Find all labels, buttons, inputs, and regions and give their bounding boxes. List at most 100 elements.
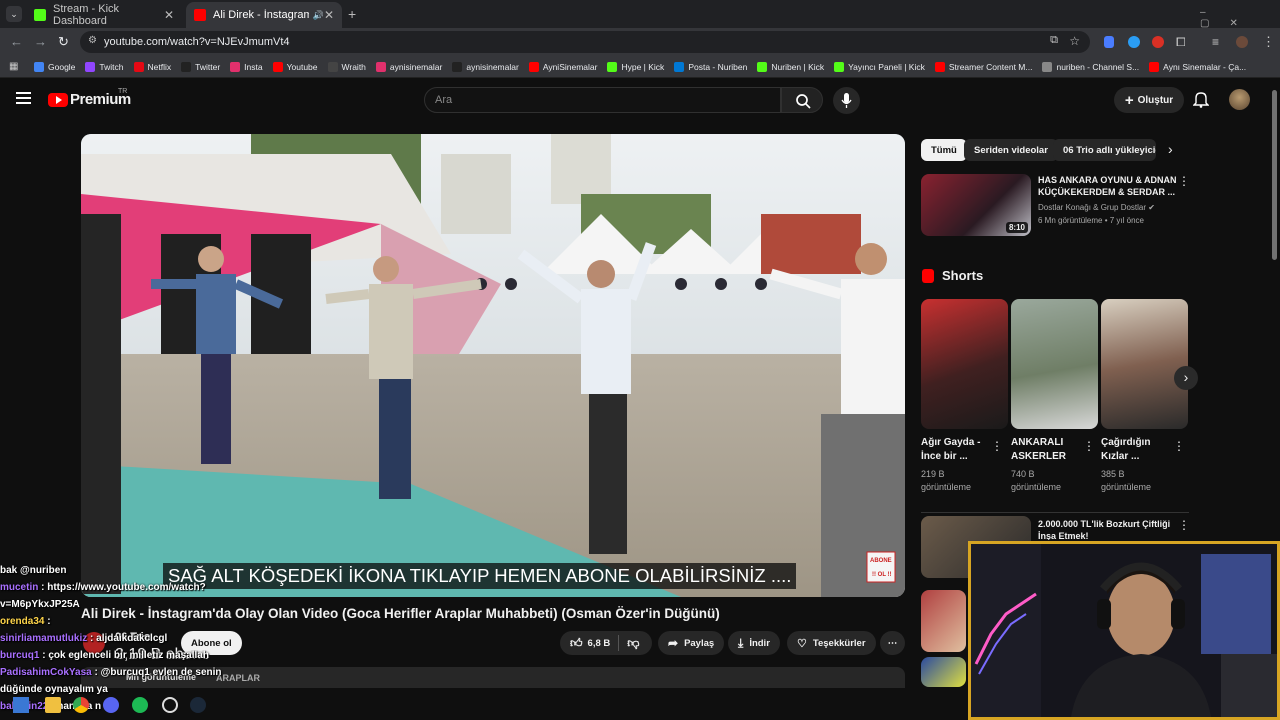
bookmark-item[interactable]: Youtube	[272, 61, 318, 72]
tab-kick-dashboard[interactable]: Stream - Kick Dashboard ✕	[26, 2, 182, 28]
chevron-right-icon[interactable]: ›	[1168, 141, 1173, 157]
voice-search-button[interactable]	[833, 87, 860, 114]
short-thumbnail-3[interactable]	[1101, 299, 1188, 429]
notifications-bell-icon[interactable]	[1192, 91, 1210, 113]
forward-icon[interactable]: →	[34, 34, 47, 49]
chip-uploader[interactable]: 06 Trio adlı yükleyicid	[1053, 139, 1156, 161]
close-icon[interactable]: ✕	[324, 8, 334, 22]
youtube-logo-icon[interactable]	[48, 93, 68, 107]
recommended-channel[interactable]: Dostlar Konağı & Grup Dostlar ✔	[1038, 203, 1155, 212]
apps-grid-icon[interactable]: ▦	[9, 61, 18, 72]
profile-icon[interactable]	[1236, 36, 1248, 48]
extension-red-icon[interactable]	[1152, 36, 1164, 48]
bookmark-item[interactable]: Nuriben | Kick	[757, 61, 824, 72]
tab-youtube-video[interactable]: Ali Direk - İnstagram'da Ol 🔊 ✕	[186, 2, 342, 28]
page-scrollbar[interactable]	[1272, 90, 1277, 260]
extensions-puzzle-icon[interactable]: ⧠	[1176, 35, 1186, 50]
bookmark-item[interactable]: Hype | Kick	[607, 61, 664, 72]
discord-icon[interactable]	[103, 697, 119, 713]
recommended-thumbnail[interactable]	[921, 590, 966, 652]
shorts-next-button[interactable]: ›	[1174, 366, 1198, 390]
site-info-icon[interactable]: ⚙	[88, 35, 97, 46]
bookmark-label: Aynı Sinemalar - Ça...	[1163, 61, 1247, 72]
bookmark-item[interactable]: Twitter	[181, 61, 221, 72]
bookmark-item[interactable]: Twitch	[85, 61, 124, 72]
bookmark-item[interactable]: AyniSinemalar	[528, 61, 597, 72]
video-player[interactable]: ABONE !! OL !!	[81, 134, 905, 597]
like-count: 6,8 B	[587, 637, 611, 649]
tab-search-icon[interactable]: ⌄	[6, 6, 22, 22]
youtube-icon	[194, 9, 206, 21]
webcam-feed	[971, 544, 1277, 717]
download-label: İndir	[749, 637, 770, 649]
media-control-icon[interactable]: ≡	[1212, 35, 1219, 49]
bookmark-item[interactable]: Aynı Sinemalar - Ça...	[1149, 61, 1247, 72]
more-options-icon[interactable]: ⋮	[1173, 439, 1185, 453]
more-options-icon[interactable]: ⋮	[1083, 439, 1095, 453]
bookmark-item[interactable]: Posta - Nuriben	[674, 61, 748, 72]
search-button[interactable]	[781, 87, 823, 113]
chat-text: : çok eglenceli bir milletiz maşallah	[42, 650, 209, 661]
bookmark-item[interactable]: aynisinemalar	[452, 61, 519, 72]
avatar[interactable]	[1229, 89, 1250, 110]
extension-shield-icon[interactable]	[1104, 36, 1114, 48]
more-actions-button[interactable]: ⋯	[880, 631, 905, 655]
short-thumbnail-2[interactable]	[1011, 299, 1098, 429]
bookmark-item[interactable]: Yayıncı Paneli | Kick	[834, 61, 925, 72]
bookmark-label: Twitter	[195, 61, 221, 72]
bookmark-item[interactable]: Google	[34, 61, 75, 72]
short-views-1: 219 Bgörüntüleme	[921, 469, 972, 492]
back-icon[interactable]: ←	[10, 34, 23, 49]
bookmark-label: aynisinemalar	[389, 61, 443, 72]
recommended-thumbnail[interactable]	[921, 657, 966, 687]
bookmark-item[interactable]: aynisinemalar	[375, 61, 443, 72]
chip-series[interactable]: Seriden videolar	[964, 139, 1058, 161]
steam-icon[interactable]	[190, 697, 206, 713]
like-button[interactable]: 👍︎ 6,8 B	[570, 636, 610, 651]
bookmark-label: Wraith	[341, 61, 366, 72]
create-button[interactable]: + Oluştur	[1114, 87, 1184, 113]
extension-globe-icon[interactable]	[1128, 36, 1140, 48]
recommended-title[interactable]: HAS ANKARA OYUNU & ADNAN KÜÇÜKEKERDEM & …	[1038, 174, 1178, 198]
more-options-icon[interactable]: ⋮	[1178, 174, 1190, 188]
short-title-3[interactable]: Çağırdığın Kızlar ...	[1101, 436, 1171, 464]
chat-username: PadisahimCokYasa	[0, 667, 92, 678]
window-controls[interactable]: –▢✕	[1200, 7, 1280, 29]
short-thumbnail-1[interactable]	[921, 299, 1008, 429]
bookmark-item[interactable]: nuriben - Channel S...	[1042, 61, 1139, 72]
chrome-icon[interactable]	[73, 697, 89, 713]
short-title-2[interactable]: ANKARALI ASKERLER	[1011, 436, 1081, 464]
more-options-icon[interactable]: ⋮	[1178, 518, 1190, 532]
address-bar[interactable]: ⚙ youtube.com/watch?v=NJEvJmumVt4 ☆ ⧉	[80, 31, 1090, 53]
bookmark-label: Insta	[244, 61, 263, 72]
share-button[interactable]: ➦ Paylaş	[658, 631, 725, 655]
thumbs-down-icon[interactable]: 👎︎	[627, 636, 639, 651]
obs-icon[interactable]	[162, 697, 178, 713]
search-input[interactable]: Ara	[424, 87, 781, 113]
new-tab-icon[interactable]: +	[348, 6, 356, 22]
chat-username: burcuq1	[0, 650, 40, 661]
thanks-button[interactable]: ♡ Teşekkürler	[787, 631, 876, 655]
bookmark-item[interactable]: Netflix	[133, 61, 171, 72]
reload-icon[interactable]: ↻	[58, 34, 69, 50]
chip-all[interactable]: Tümü	[921, 139, 967, 161]
windows-start-icon[interactable]	[13, 697, 29, 713]
file-explorer-icon[interactable]	[45, 697, 61, 713]
recommended-thumbnail[interactable]: 8:10	[921, 174, 1031, 236]
close-icon[interactable]: ✕	[164, 8, 174, 22]
svg-text:!! OL !!: !! OL !!	[872, 572, 892, 578]
spotify-icon[interactable]	[132, 697, 148, 713]
bookmark-item[interactable]: Streamer Content M...	[934, 61, 1032, 72]
bookmark-item[interactable]: Wraith	[327, 61, 366, 72]
bookmark-item[interactable]: Insta	[230, 61, 263, 72]
bookmark-star-icon[interactable]: ☆	[1069, 34, 1080, 48]
download-button[interactable]: ⤓ İndir	[728, 631, 780, 655]
install-app-icon[interactable]: ⧉	[1050, 34, 1058, 47]
more-options-icon[interactable]: ⋮	[991, 439, 1003, 453]
bookmark-label: Posta - Nuriben	[688, 61, 748, 72]
short-title-1[interactable]: Ağır Gayda - İnce bir ...	[921, 436, 991, 464]
next-video-title[interactable]: 2.000.000 TL'lik Bozkurt Çiftliği İnşa E…	[1038, 518, 1178, 540]
speaker-icon[interactable]: 🔊	[313, 10, 324, 21]
hamburger-menu-icon[interactable]	[16, 92, 31, 104]
menu-dots-icon[interactable]: ⋮	[1262, 34, 1275, 50]
